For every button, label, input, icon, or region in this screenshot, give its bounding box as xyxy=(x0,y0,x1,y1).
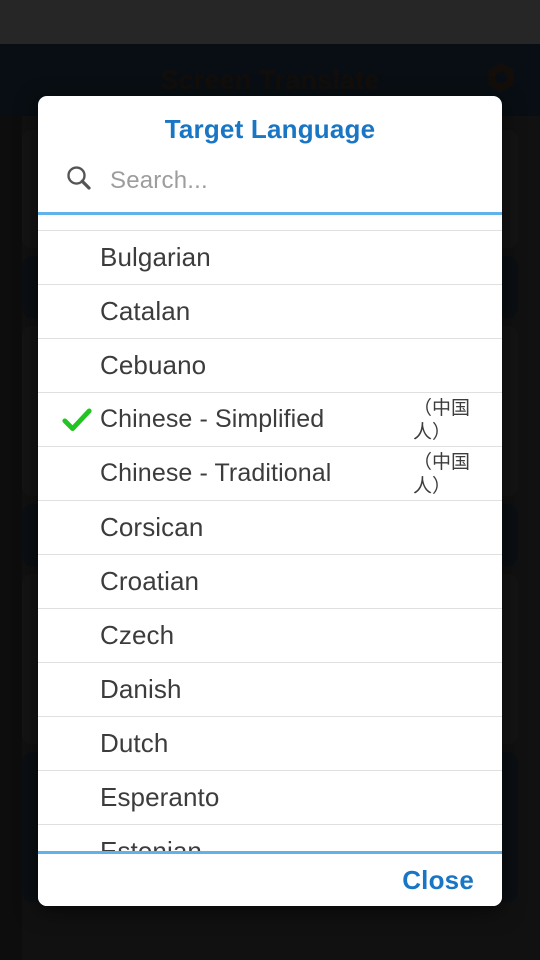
language-row[interactable]: Bosnian xyxy=(38,215,502,231)
language-list: Bosnian Bulgarian Catalan Cebuano Chinese - … xyxy=(38,215,502,851)
language-list-scroll[interactable]: Bosnian Bulgarian Catalan Cebuano Chinese - … xyxy=(38,215,502,851)
language-name: Estonian xyxy=(100,836,202,851)
language-name: Czech xyxy=(100,620,175,650)
language-name: Bulgarian xyxy=(100,242,211,272)
target-language-dialog: Target Language Search... Bosnian Bulgari… xyxy=(38,96,502,906)
language-row[interactable]: Esperanto xyxy=(38,771,502,825)
language-row[interactable]: Danish xyxy=(38,663,502,717)
language-row[interactable]: Czech xyxy=(38,609,502,663)
language-name: Chinese - Traditional xyxy=(100,459,332,487)
language-name: Danish xyxy=(100,674,182,704)
language-name: Bosnian xyxy=(100,215,195,219)
search-icon xyxy=(64,163,94,198)
screen: Screen Translate Thank you, you can use … xyxy=(0,0,540,960)
language-row[interactable]: Chinese - Simplified （中国人） xyxy=(38,393,502,447)
language-native-name: （中国人） xyxy=(413,397,471,443)
language-name: Croatian xyxy=(100,566,200,596)
dialog-title: Target Language xyxy=(164,114,376,144)
language-row[interactable]: Dutch xyxy=(38,717,502,771)
language-row[interactable]: Croatian xyxy=(38,555,502,609)
check-icon xyxy=(60,403,100,437)
dialog-footer: Close xyxy=(38,854,502,906)
language-name: Esperanto xyxy=(100,782,220,812)
search-input[interactable]: Search... xyxy=(110,167,208,195)
language-native-name: （中国人） xyxy=(413,451,471,497)
language-name: Catalan xyxy=(100,296,191,326)
language-name: Cebuano xyxy=(100,350,207,380)
language-row[interactable]: Catalan xyxy=(38,285,502,339)
search-field[interactable]: Search... xyxy=(38,159,502,212)
language-row[interactable]: Cebuano xyxy=(38,339,502,393)
language-row[interactable]: Estonian xyxy=(38,825,502,851)
language-row[interactable]: Bulgarian xyxy=(38,231,502,285)
language-name: Chinese - Simplified xyxy=(100,405,325,433)
close-button[interactable]: Close xyxy=(394,861,482,900)
language-row[interactable]: Corsican xyxy=(38,501,502,555)
language-name: Dutch xyxy=(100,728,169,758)
language-name: Corsican xyxy=(100,512,204,542)
language-row[interactable]: Chinese - Traditional （中国人） xyxy=(38,447,502,501)
